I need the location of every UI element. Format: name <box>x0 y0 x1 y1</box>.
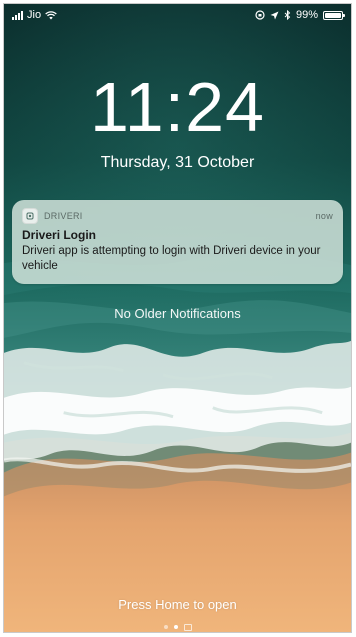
notification-title: Driveri Login <box>22 228 97 242</box>
status-bar-right: 99% <box>255 9 345 21</box>
cellular-signal-icon <box>12 10 23 20</box>
carrier-name: Jio <box>27 9 42 21</box>
no-older-notifications-label: No Older Notifications <box>114 306 241 321</box>
status-bar-left: Jio <box>12 9 57 21</box>
notification-time: now <box>315 211 333 221</box>
notification-header: DRIVERI now <box>22 208 333 224</box>
driveri-app-icon <box>22 208 38 224</box>
phone-lock-screen: Jio 99% 11:24 Thursday, 31 October DRIVE… <box>3 3 352 633</box>
page-indicator[interactable] <box>4 624 351 631</box>
location-arrow-icon <box>270 11 279 19</box>
notification-card-driveri[interactable]: DRIVERI now Driveri Login Driveri app is… <box>12 200 343 284</box>
camera-page-icon[interactable] <box>183 624 192 631</box>
orientation-lock-icon <box>255 10 265 20</box>
wifi-icon <box>45 10 57 19</box>
battery-percentage: 99% <box>295 9 318 21</box>
status-bar: Jio 99% <box>4 4 351 26</box>
notification-app-name: DRIVERI <box>44 211 83 221</box>
battery-icon <box>323 10 345 20</box>
notification-body: Driveri app is attempting to login with … <box>22 245 321 272</box>
page-indicator-dot[interactable] <box>163 625 168 629</box>
bluetooth-icon <box>284 10 291 20</box>
press-home-to-open-label: Press Home to open <box>118 597 237 612</box>
page-indicator-dot-active[interactable] <box>173 625 178 629</box>
lock-screen-date: Thursday, 31 October <box>100 154 255 171</box>
lock-screen-time: 11:24 <box>90 68 265 146</box>
